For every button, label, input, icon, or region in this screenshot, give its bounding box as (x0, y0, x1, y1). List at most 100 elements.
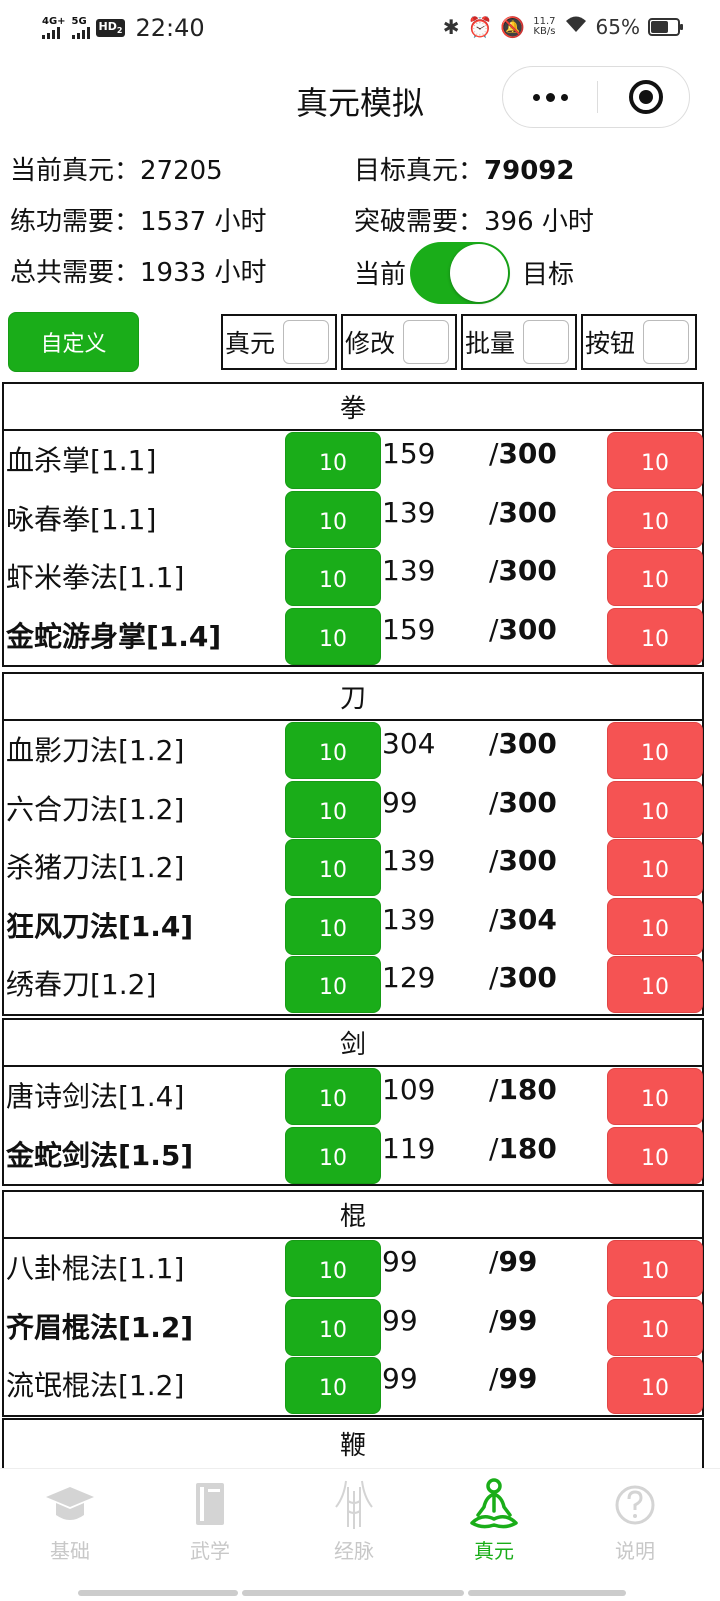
increase-button[interactable]: 10 (285, 956, 381, 1014)
skill-row: 金蛇剑法[1.5] 10 119/180 10 (4, 1126, 703, 1185)
option-zhenyuan[interactable]: 真元 (221, 314, 337, 370)
increase-button[interactable]: 10 (285, 432, 381, 489)
skill-name: 杀猪刀法[1.2] (6, 851, 185, 885)
wifi-icon (564, 14, 588, 39)
skill-name: 狂风刀法[1.4] (6, 909, 194, 943)
increase-button[interactable]: 10 (285, 722, 381, 779)
skill-name: 流氓棍法[1.2] (6, 1369, 185, 1403)
decrease-button[interactable]: 10 (607, 1068, 703, 1125)
section-4: 鞭 (2, 1418, 704, 1470)
max-level: /300 (489, 554, 557, 588)
signal-5g-icon: 5G (71, 17, 90, 39)
current-level: 139 (382, 554, 436, 588)
decrease-button[interactable]: 10 (607, 1357, 703, 1415)
decrease-button[interactable]: 10 (607, 607, 703, 665)
current-level: 139 (382, 495, 436, 529)
clock: 22:40 (135, 14, 205, 42)
option-checkbox[interactable] (283, 320, 329, 364)
max-level: /300 (489, 495, 557, 529)
skill-name: 金蛇游身掌[1.4] (6, 619, 222, 653)
max-level: /180 (489, 1131, 557, 1165)
max-level: /300 (489, 612, 557, 646)
current-level: 99 (382, 1362, 418, 1396)
skill-row: 六合刀法[1.2] 10 99/300 10 (4, 780, 703, 839)
section-0: 拳血杀掌[1.1] 10 159/300 10 咏春拳[1.1] 10 139/300 10 虾… (2, 382, 704, 668)
scroll-indicator (78, 1590, 238, 1596)
option-checkbox[interactable] (403, 320, 449, 364)
meditation-icon (470, 1478, 518, 1529)
nav-bar: 真元模拟 (0, 60, 720, 136)
skill-name: 血影刀法[1.2] (6, 734, 185, 767)
practice-hours: 练功需要：1537 小时 (10, 207, 267, 237)
decrease-button[interactable]: 10 (607, 897, 703, 955)
target-zhenyuan: 目标真元：79092 (354, 156, 575, 186)
increase-button[interactable]: 10 (285, 1298, 381, 1356)
tab-basic[interactable]: 基础 (10, 1477, 130, 1577)
tab-martial[interactable]: 武学 (150, 1477, 270, 1577)
current-target-switch[interactable] (410, 242, 510, 304)
decrease-button[interactable]: 10 (607, 1126, 703, 1184)
question-icon (615, 1485, 655, 1525)
max-level: /99 (489, 1303, 538, 1337)
skill-name: 绣春刀[1.2] (6, 968, 157, 1002)
decrease-button[interactable]: 10 (607, 722, 703, 779)
section-title: 拳 (4, 384, 702, 431)
increase-button[interactable]: 10 (285, 897, 381, 955)
increase-button[interactable]: 10 (285, 1357, 381, 1415)
current-zhenyuan: 当前真元：27205 (10, 156, 223, 186)
decrease-button[interactable]: 10 (607, 432, 703, 489)
current-level: 99 (382, 1245, 418, 1278)
current-level: 139 (382, 902, 436, 936)
toggle-label-target: 目标 (522, 260, 575, 290)
status-right: ✱ ⏰ 🔕 11.7 KB/s 65% (442, 14, 683, 39)
custom-button[interactable]: 自定义 (8, 312, 139, 372)
tab-help[interactable]: 说明 (575, 1477, 695, 1577)
network-type-1: 4G+ (42, 16, 66, 27)
increase-button[interactable]: 10 (285, 839, 381, 897)
more-menu-button[interactable] (503, 67, 597, 127)
skill-row: 虾米拳法[1.1] 10 139/300 10 (4, 548, 703, 607)
increase-button[interactable]: 10 (285, 780, 381, 838)
skill-name: 八卦棍法[1.1] (6, 1252, 185, 1285)
increase-button[interactable]: 10 (285, 607, 381, 665)
section-title: 刀 (4, 674, 702, 721)
decrease-button[interactable]: 10 (607, 490, 703, 548)
skill-name: 咏春拳[1.1] (6, 502, 157, 536)
option-batch[interactable]: 批量 (461, 314, 577, 370)
book-icon (196, 1483, 224, 1525)
option-modify[interactable]: 修改 (341, 314, 457, 370)
skill-row: 杀猪刀法[1.2] 10 139/300 10 (4, 838, 703, 897)
current-level: 99 (382, 785, 418, 819)
skill-row: 八卦棍法[1.1] 10 99/99 10 (4, 1239, 703, 1298)
current-level: 129 (382, 961, 436, 995)
increase-button[interactable]: 10 (285, 490, 381, 548)
skill-row: 流氓棍法[1.2] 10 99/99 10 (4, 1356, 703, 1415)
increase-button[interactable]: 10 (285, 1240, 381, 1297)
decrease-button[interactable]: 10 (607, 839, 703, 897)
option-checkbox[interactable] (523, 320, 569, 364)
skill-row: 齐眉棍法[1.2] 10 99/99 10 (4, 1298, 703, 1357)
decrease-button[interactable]: 10 (607, 549, 703, 607)
max-level: /304 (489, 902, 557, 936)
skill-row: 血杀掌[1.1] 10 159/300 10 (4, 431, 703, 490)
battery-icon (648, 17, 683, 36)
miniprogram-capsule (502, 66, 690, 128)
close-miniprogram-button[interactable] (629, 80, 663, 114)
decrease-button[interactable]: 10 (607, 956, 703, 1014)
max-level: /300 (489, 727, 557, 760)
decrease-button[interactable]: 10 (607, 1298, 703, 1356)
decrease-button[interactable]: 10 (607, 780, 703, 838)
tab-zhenyuan[interactable]: 真元 (434, 1477, 554, 1577)
current-level: 99 (382, 1303, 418, 1337)
option-button[interactable]: 按钮 (581, 314, 697, 370)
status-bar: 4G+ 5G HD2 22:40 ✱ ⏰ 🔕 11.7 KB/s 65% (0, 0, 720, 56)
tab-meridian[interactable]: 经脉 (294, 1477, 414, 1577)
section-title: 棍 (4, 1192, 702, 1239)
increase-button[interactable]: 10 (285, 1068, 381, 1125)
decrease-button[interactable]: 10 (607, 1240, 703, 1297)
option-checkbox[interactable] (643, 320, 689, 364)
increase-button[interactable]: 10 (285, 1126, 381, 1184)
increase-button[interactable]: 10 (285, 549, 381, 607)
bluetooth-icon: ✱ (442, 14, 460, 39)
skill-name: 六合刀法[1.2] (6, 792, 185, 826)
